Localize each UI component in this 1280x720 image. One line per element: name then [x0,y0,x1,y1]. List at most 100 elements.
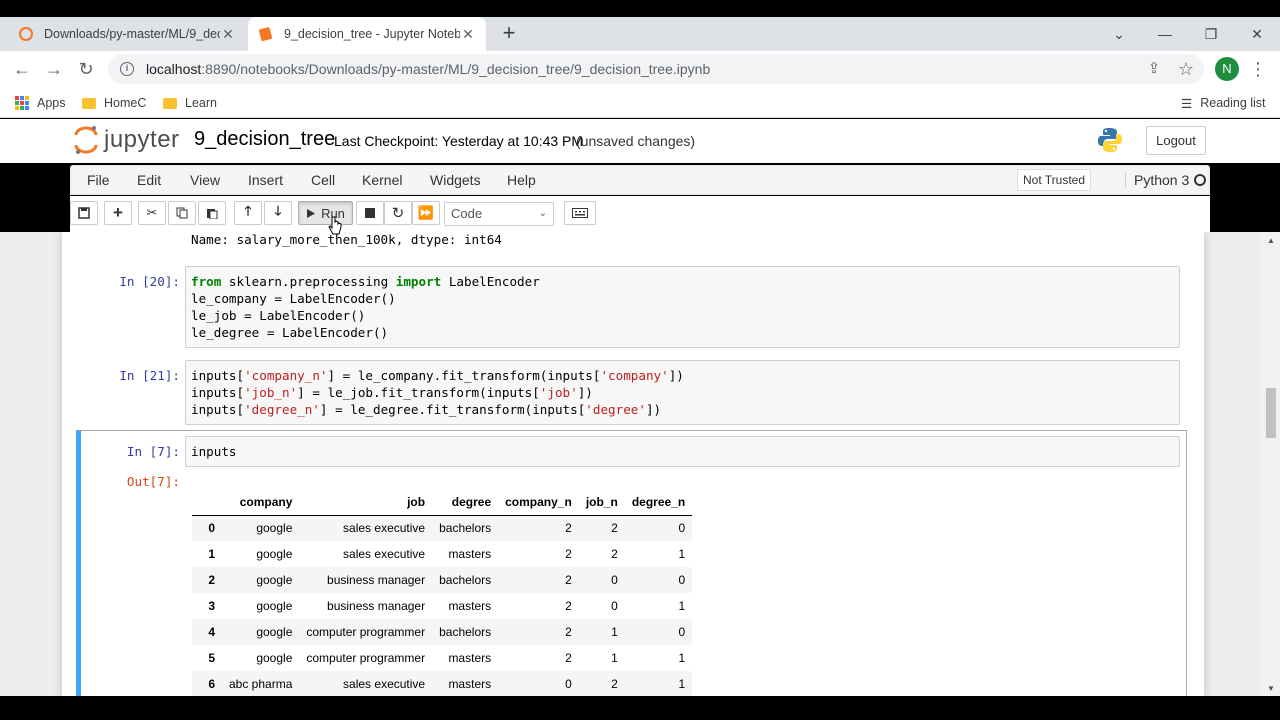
kernel-name: Python 3 [1125,172,1189,188]
table-cell: google [256,625,293,639]
table-cell: masters [448,547,492,561]
minimize-button[interactable]: — [1142,17,1188,51]
table-cell: 0 [678,625,686,639]
profile-avatar[interactable]: N [1215,57,1239,81]
menu-cell[interactable]: Cell [311,172,335,188]
new-tab-button[interactable]: + [498,22,520,45]
forward-button[interactable]: → [42,57,66,81]
browser-toolbar: ← → ↻ i localhost:8890/notebooks/Downloa… [0,51,1280,87]
code-cell-21[interactable]: inputs['company_n'] = le_company.fit_tra… [185,360,1180,425]
window-close-button[interactable]: ✕ [1234,17,1280,51]
table-cell: business manager [327,599,426,613]
menu-help[interactable]: Help [507,172,536,188]
move-down-button[interactable]: 🡓 [264,201,292,225]
reading-list-button[interactable]: ☰ Reading list [1181,93,1266,113]
table-cell: bachelors [439,573,492,587]
cell-prompt: In [7]: [126,444,180,459]
table-cell: sales executive [343,521,426,536]
row-index: 4 [208,625,215,639]
jupyter-logo-icon [74,126,98,154]
trust-status-button[interactable]: Not Trusted [1017,169,1092,191]
site-info-icon[interactable]: i [120,62,134,76]
tab-notebook[interactable]: 9_decision_tree - Jupyter Notebo ✕ [248,17,486,51]
menu-kernel[interactable]: Kernel [362,172,402,188]
interrupt-button[interactable] [356,201,384,225]
page-scrollbar[interactable]: ▲ ▼ [1262,232,1280,696]
python-logo-icon [1098,128,1122,152]
restore-button[interactable]: ❐ [1188,17,1234,51]
scroll-up-icon[interactable]: ▲ [1267,236,1275,245]
table-row: 3 google business manager masters 2 0 1 [192,593,692,619]
scroll-down-icon[interactable]: ▼ [1267,684,1275,693]
table-cell: abc pharma [229,677,293,691]
address-bar[interactable]: i localhost:8890/notebooks/Downloads/py-… [108,54,1204,84]
back-button[interactable]: ← [10,57,34,81]
code-cell-7[interactable]: inputs [185,436,1180,467]
column-header: company [222,489,300,516]
table-cell: sales executive [343,677,426,691]
bookmark-label: HomeC [104,96,147,110]
menu-edit[interactable]: Edit [137,172,161,188]
restart-run-all-button[interactable]: ⏩ [412,201,440,225]
menu-file[interactable]: File [87,172,110,188]
table-row: 1 google sales executive masters 2 2 1 [192,541,692,567]
jupyter-logo[interactable]: jupyter [74,125,180,155]
bookmark-learn[interactable]: Learn [163,93,217,113]
cell-code: inputs [191,444,237,459]
share-icon[interactable]: ⇪ [1142,57,1166,81]
previous-output-text: Name: salary_more_then_100k, dtype: int6… [191,232,502,247]
plus-icon: + [113,203,123,222]
table-cell: google [256,521,293,536]
restart-button[interactable]: ↻ [384,201,412,225]
table-cell: 2 [565,625,572,639]
column-header: job [299,489,433,516]
table-row: 0 google sales executive bachelors 2 2 0 [192,515,693,541]
copy-button[interactable] [168,201,196,225]
run-button[interactable]: Run [298,201,353,225]
table-cell: 0 [678,521,686,536]
row-index: 0 [208,521,215,536]
save-button[interactable] [70,201,98,225]
table-cell: masters [448,677,492,691]
move-up-button[interactable]: 🡑 [234,201,262,225]
menu-dots-icon[interactable]: ⋮ [1246,57,1270,81]
chevron-down-icon: ⌄ [538,208,547,219]
close-icon[interactable]: ✕ [220,26,236,43]
row-index: 2 [208,573,215,587]
arrow-up-icon: 🡑 [244,203,252,218]
table-cell: google [256,651,293,665]
tab-downloads[interactable]: Downloads/py-master/ML/9_dec ✕ [8,17,246,51]
column-header: company_n [498,489,579,516]
row-index: 5 [208,651,215,665]
bookmark-label: Apps [37,96,66,110]
row-index: 1 [208,547,215,561]
output-prompt: Out[7]: [126,474,180,489]
reload-button[interactable]: ↻ [74,57,98,81]
bookmark-star-icon[interactable]: ☆ [1174,57,1198,81]
cell-prompt: In [20]: [119,274,180,289]
url-host: localhost [146,61,202,77]
paste-button[interactable] [198,201,226,225]
command-palette-button[interactable] [564,201,596,225]
logout-button[interactable]: Logout [1146,126,1206,155]
mouse-cursor-icon [328,216,342,235]
menu-widgets[interactable]: Widgets [430,172,481,188]
code-cell-20[interactable]: from sklearn.preprocessing import LabelE… [185,266,1180,348]
menu-view[interactable]: View [190,172,220,188]
insert-cell-button[interactable]: + [104,201,132,225]
restart-icon: ↻ [391,205,405,222]
table-header-row: company job degree company_n job_n degre… [192,489,693,516]
folder-icon [82,97,96,109]
chevron-down-icon[interactable]: ⌄ [1096,17,1142,51]
scrollbar-thumb[interactable] [1266,388,1276,438]
notebook-menubar: File Edit View Insert Cell Kernel Widget… [70,165,1210,195]
bookmark-apps[interactable]: Apps [15,93,66,113]
notebook-name[interactable]: 9_decision_tree [194,128,335,151]
close-icon[interactable]: ✕ [460,26,476,43]
cell-type-select[interactable]: Code ⌄ [444,202,554,226]
cut-button[interactable]: ✂ [138,201,166,225]
bookmark-homec[interactable]: HomeC [82,93,146,113]
browser-tab-strip: Downloads/py-master/ML/9_dec ✕ 9_decisio… [0,17,1280,51]
bookmarks-bar: Apps HomeC Learn ☰ Reading list [0,87,1280,118]
menu-insert[interactable]: Insert [248,172,283,188]
